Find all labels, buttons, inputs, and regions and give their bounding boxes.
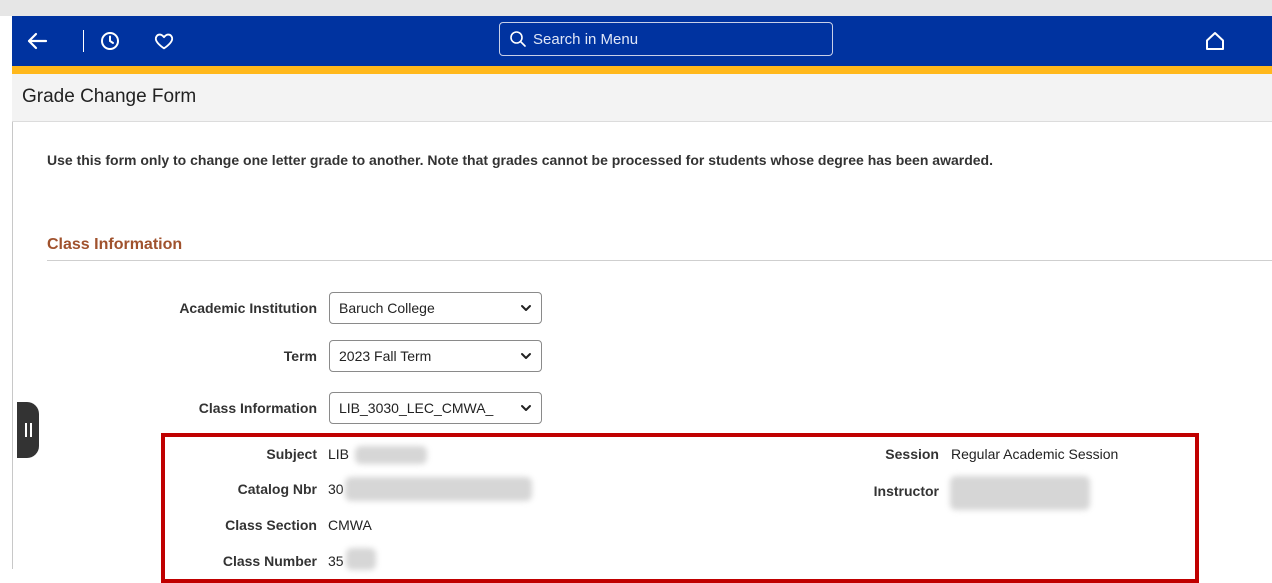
academic-institution-label: Academic Institution	[179, 300, 317, 316]
nav-separator	[83, 30, 84, 52]
subject-value: LIB	[328, 446, 350, 462]
class-number-value: 35	[328, 553, 344, 569]
class-section-value: CMWA	[328, 517, 372, 533]
arrow-left-icon	[27, 32, 48, 50]
redacted-blur	[355, 446, 427, 464]
instructor-label: Instructor	[873, 483, 939, 499]
chevron-down-icon	[521, 405, 531, 411]
home-icon	[1206, 32, 1224, 50]
section-divider	[47, 260, 1272, 261]
redacted-blur	[346, 548, 376, 570]
search-icon	[510, 31, 526, 47]
page-title: Grade Change Form	[22, 86, 197, 107]
menu-search[interactable]	[499, 22, 833, 56]
pause-icon-bar	[29, 423, 32, 437]
class-information-value: LIB_3030_LEC_CMWA_	[339, 400, 494, 416]
class-information-select[interactable]: LIB_3030_LEC_CMWA_	[329, 392, 542, 424]
redacted-blur	[950, 476, 1090, 510]
clock-icon	[101, 32, 119, 50]
favorites-button[interactable]	[149, 16, 179, 66]
chevron-down-icon	[521, 305, 531, 311]
section-title-class-information: Class Information	[47, 236, 183, 253]
window-top-strip	[0, 0, 1272, 16]
redacted-blur	[345, 477, 532, 501]
heart-icon	[154, 33, 174, 50]
instructions-text: Use this form only to change one letter …	[47, 152, 993, 168]
chevron-down-icon	[521, 353, 531, 359]
search-input[interactable]	[533, 30, 823, 48]
term-select[interactable]: 2023 Fall Term	[329, 340, 542, 372]
home-button[interactable]	[1198, 16, 1232, 66]
page-title-bar: Grade Change Form	[12, 74, 1272, 122]
academic-institution-value: Baruch College	[339, 300, 435, 316]
catalog-nbr-label: Catalog Nbr	[237, 481, 317, 497]
academic-institution-select[interactable]: Baruch College	[329, 292, 542, 324]
side-panel-toggle[interactable]	[17, 402, 39, 458]
history-button[interactable]	[95, 16, 125, 66]
back-button[interactable]	[20, 16, 54, 66]
catalog-nbr-value: 30	[328, 481, 344, 497]
accent-line	[12, 66, 1272, 74]
class-number-label: Class Number	[222, 553, 317, 569]
class-section-label: Class Section	[225, 517, 317, 533]
subject-label: Subject	[266, 446, 317, 462]
top-nav-bar	[12, 16, 1272, 66]
session-label: Session	[885, 446, 939, 462]
pause-icon	[24, 423, 27, 437]
session-value: Regular Academic Session	[951, 446, 1119, 462]
term-label: Term	[283, 348, 317, 364]
term-value: 2023 Fall Term	[339, 348, 432, 364]
class-information-label: Class Information	[198, 400, 317, 416]
